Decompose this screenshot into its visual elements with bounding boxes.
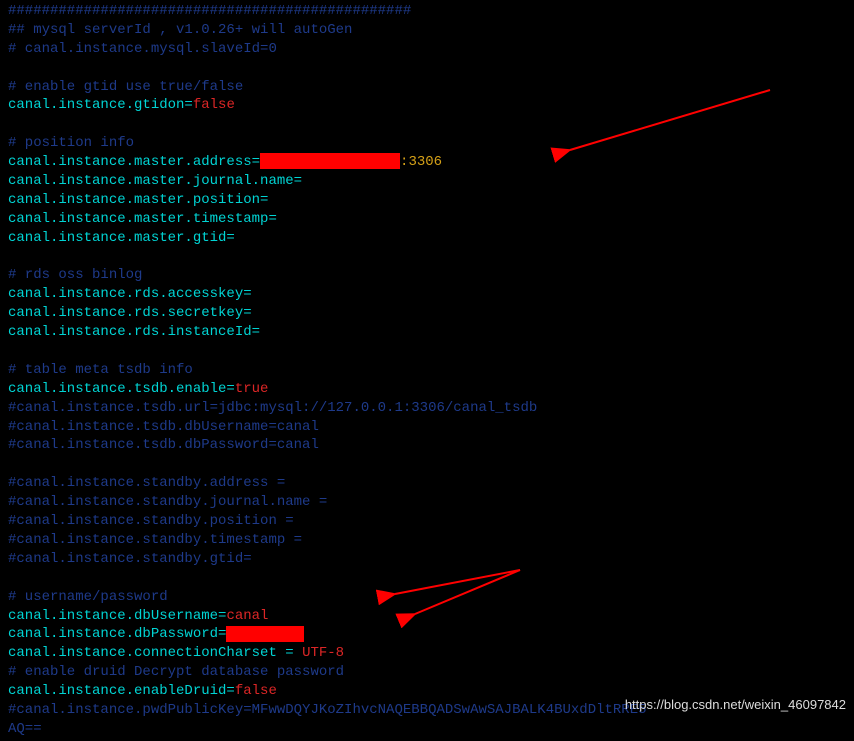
blank-line [8,342,846,361]
config-key: canal.instance.master.timestamp= [8,211,277,227]
config-key: canal.instance.gtidon= [8,97,193,113]
config-line: canal.instance.rds.accesskey= [8,285,846,304]
config-line: ########################################… [8,2,846,21]
config-line: #canal.instance.standby.position = [8,512,846,531]
config-line: #canal.instance.standby.journal.name = [8,493,846,512]
config-line: #canal.instance.standby.timestamp = [8,531,846,550]
config-line: canal.instance.rds.secretkey= [8,304,846,323]
config-value: :3306 [400,154,442,170]
blank-line [8,248,846,267]
config-line: #canal.instance.tsdb.dbPassword=canal [8,436,846,455]
config-line: canal.instance.rds.instanceId= [8,323,846,342]
config-line: # table meta tsdb info [8,361,846,380]
config-line: # canal.instance.mysql.slaveId=0 [8,40,846,59]
config-key: canal.instance.dbPassword= [8,626,226,642]
config-line: # rds oss binlog [8,266,846,285]
config-line: # position info [8,134,846,153]
config-key: canal.instance.connectionCharset = [8,645,302,661]
config-line: AQ== [8,720,846,739]
config-key: canal.instance.master.position= [8,192,268,208]
config-key: canal.instance.rds.secretkey= [8,305,252,321]
blank-line [8,115,846,134]
config-key: canal.instance.master.gtid= [8,230,235,246]
config-key: canal.instance.rds.instanceId= [8,324,260,340]
config-value: false [235,683,277,699]
config-line: # username/password [8,588,846,607]
config-line-charset: canal.instance.connectionCharset = UTF-8 [8,644,846,663]
config-value: true [235,381,269,397]
config-key: canal.instance.dbUsername= [8,608,226,624]
config-line-master-address: canal.instance.master.address= :3306 [8,153,846,172]
config-line: canal.instance.master.position= [8,191,846,210]
config-line: canal.instance.master.timestamp= [8,210,846,229]
config-line: canal.instance.master.gtid= [8,229,846,248]
redacted-box [226,626,304,642]
config-key: canal.instance.master.journal.name= [8,173,302,189]
config-value: UTF-8 [302,645,344,661]
config-line: canal.instance.master.journal.name= [8,172,846,191]
config-line-gtidon: canal.instance.gtidon=false [8,96,846,115]
config-line-tsdb-enable: canal.instance.tsdb.enable=true [8,380,846,399]
config-key: canal.instance.enableDruid= [8,683,235,699]
config-key: canal.instance.rds.accesskey= [8,286,252,302]
redacted-box [260,153,400,169]
config-line: #canal.instance.standby.address = [8,474,846,493]
config-line: #canal.instance.standby.gtid= [8,550,846,569]
terminal-output: ########################################… [0,0,854,741]
watermark-text: https://blog.csdn.net/weixin_46097842 [625,696,846,714]
config-line: # enable gtid use true/false [8,78,846,97]
config-line: # enable druid Decrypt database password [8,663,846,682]
config-key: canal.instance.tsdb.enable= [8,381,235,397]
blank-line [8,569,846,588]
config-value: canal [226,608,268,624]
config-key: canal.instance.master.address= [8,154,260,170]
blank-line [8,455,846,474]
config-line: #canal.instance.tsdb.dbUsername=canal [8,418,846,437]
config-value: false [193,97,235,113]
config-line: #canal.instance.tsdb.url=jdbc:mysql://12… [8,399,846,418]
config-line-dbpassword: canal.instance.dbPassword= [8,625,846,644]
config-line-dbusername: canal.instance.dbUsername=canal [8,607,846,626]
blank-line [8,59,846,78]
config-line: ## mysql serverId , v1.0.26+ will autoGe… [8,21,846,40]
